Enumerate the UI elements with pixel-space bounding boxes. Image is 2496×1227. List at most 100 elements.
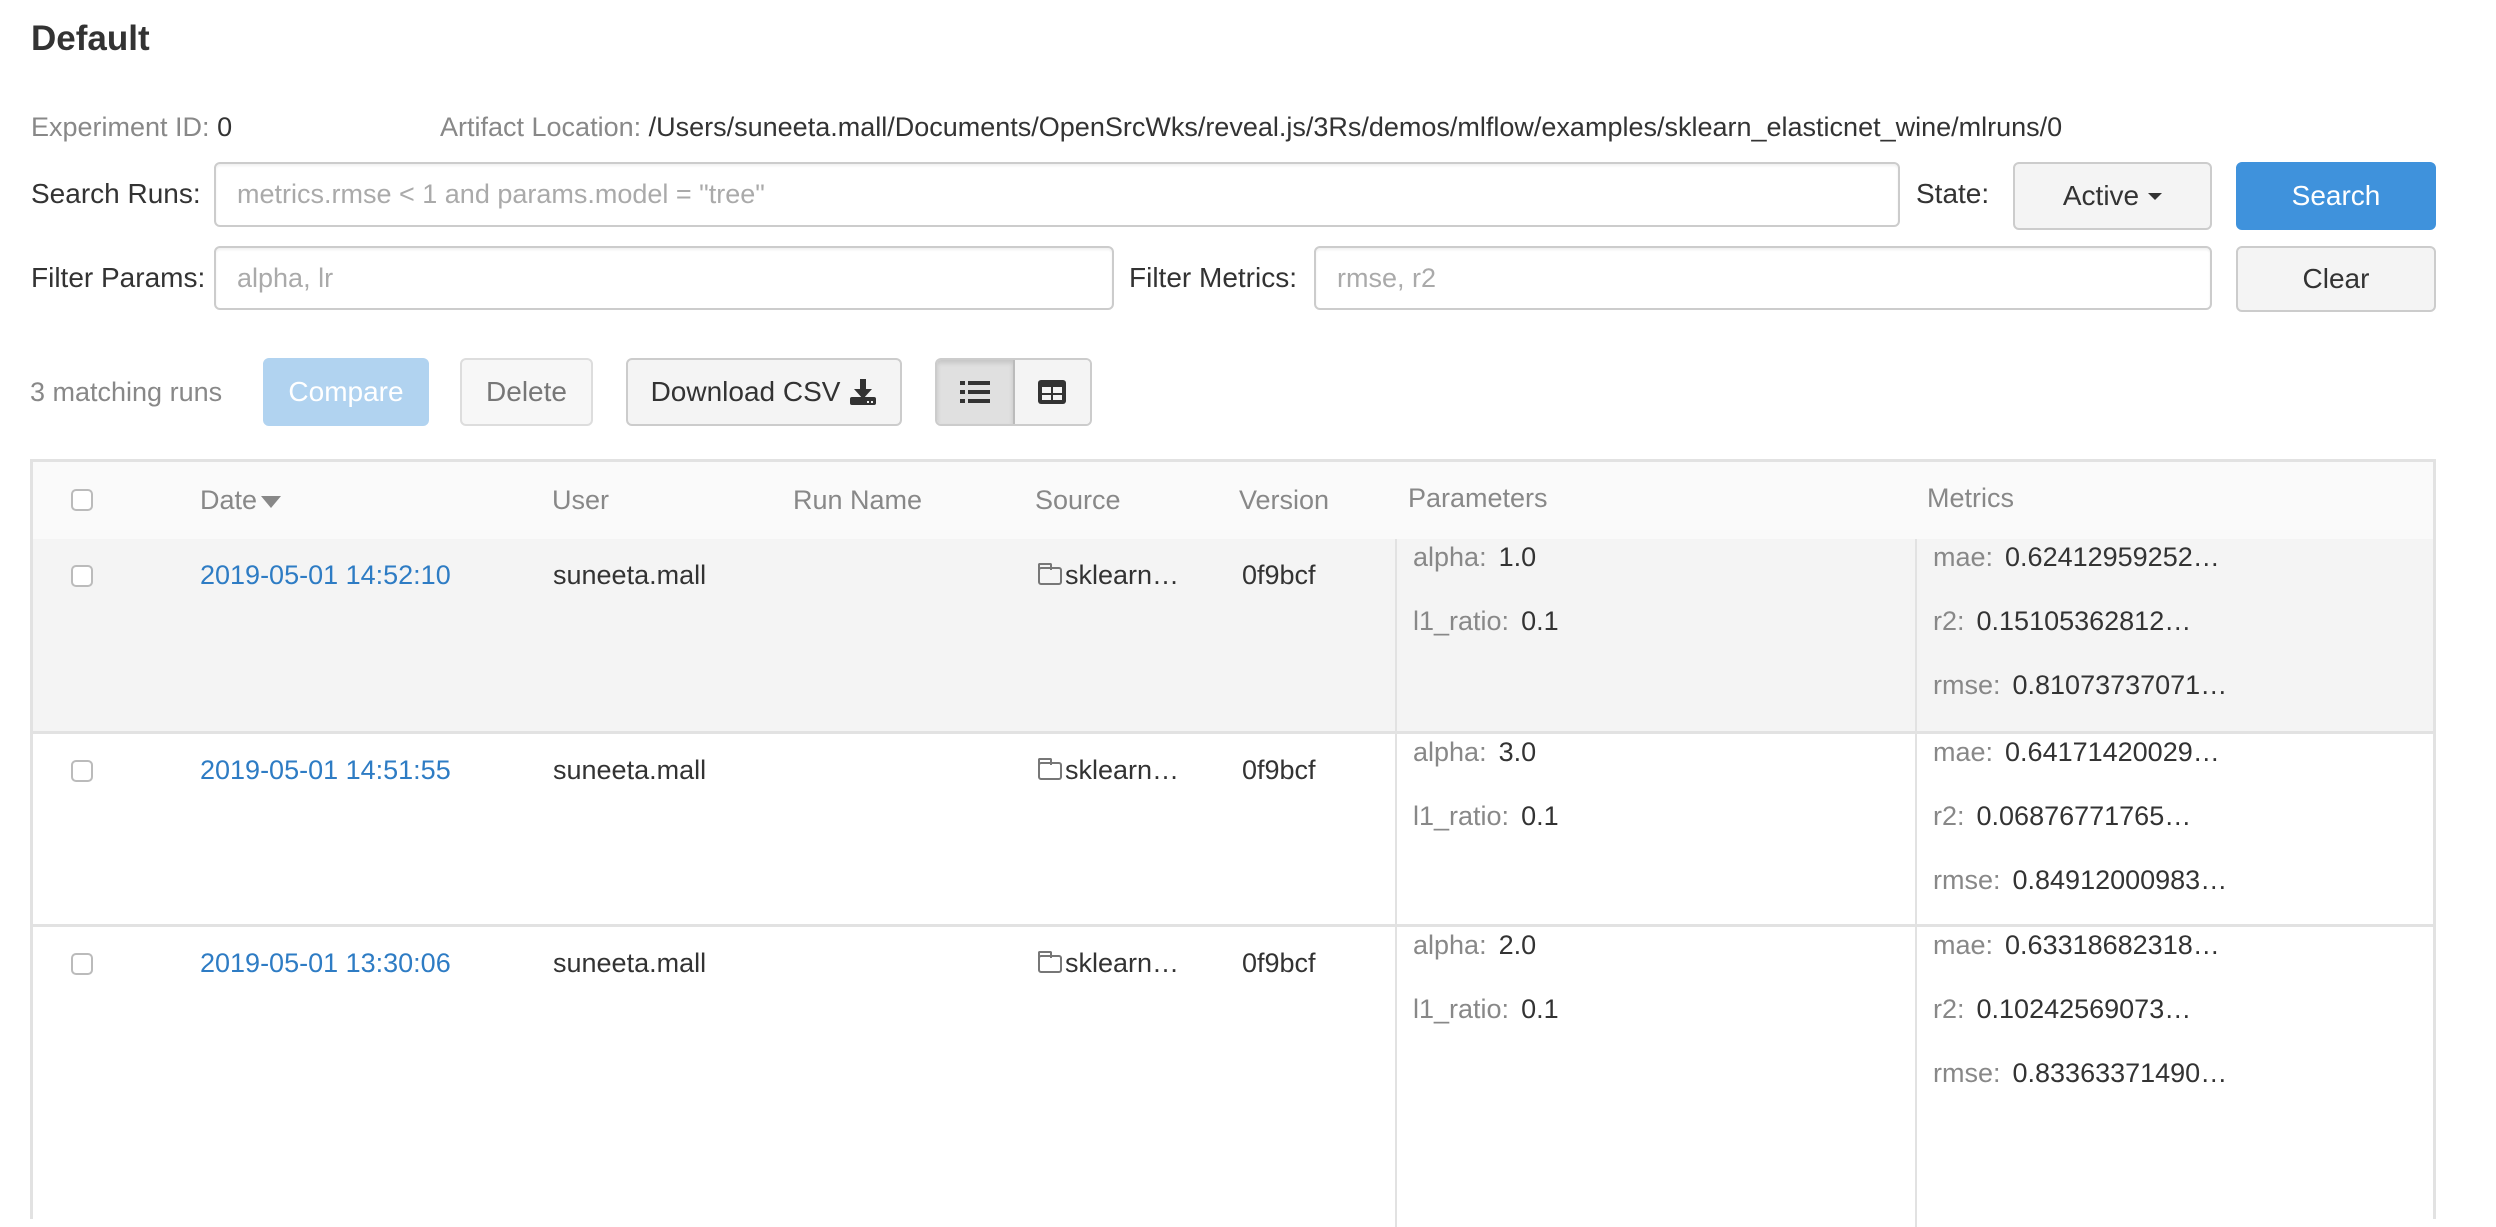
- param-value: 0.1: [1521, 994, 1559, 1024]
- metric-item: rmse: 0.81073737071…: [1933, 667, 2227, 703]
- metric-key: r2:: [1933, 606, 1965, 636]
- experiment-id-value: 0: [217, 112, 233, 142]
- param-item: l1_ratio: 0.1: [1413, 991, 1559, 1027]
- filter-metrics-input[interactable]: [1314, 246, 2212, 310]
- column-divider: [1915, 539, 1917, 731]
- list-icon: [959, 381, 990, 403]
- run-source-label: sklearn…: [1065, 948, 1180, 978]
- run-version: 0f9bcf: [1242, 948, 1316, 978]
- metric-item: mae: 0.63318682318…: [1933, 927, 2220, 963]
- column-divider: [1395, 539, 1397, 731]
- search-button[interactable]: Search: [2236, 162, 2436, 230]
- column-header-source[interactable]: Source: [1035, 462, 1121, 539]
- download-csv-button[interactable]: Download CSV: [626, 358, 902, 426]
- run-source[interactable]: sklearn…: [1038, 945, 1179, 981]
- param-value: 1.0: [1498, 542, 1537, 572]
- folder-icon: [1038, 951, 1062, 973]
- run-version: 0f9bcf: [1242, 755, 1316, 785]
- sort-desc-icon: [261, 495, 282, 508]
- table-header: Date User Run Name Source Version Parame…: [33, 462, 2433, 542]
- runs-table: Date User Run Name Source Version Parame…: [30, 459, 2436, 1227]
- folder-icon: [1038, 758, 1062, 780]
- metric-item: mae: 0.64171420029…: [1933, 734, 2220, 770]
- select-all-checkbox[interactable]: [71, 489, 93, 511]
- experiment-id: Experiment ID: 0: [31, 109, 232, 145]
- experiment-title: Default: [31, 19, 150, 58]
- param-item: l1_ratio: 0.1: [1413, 798, 1559, 834]
- search-runs-input[interactable]: [214, 162, 1900, 227]
- run-date-link[interactable]: 2019-05-01 14:52:10: [200, 557, 451, 593]
- matching-runs-count: 3 matching runs: [30, 377, 223, 407]
- param-key: l1_ratio:: [1413, 994, 1510, 1024]
- param-value: 0.1: [1521, 801, 1559, 831]
- run-source-label: sklearn…: [1065, 560, 1180, 590]
- metric-key: mae:: [1933, 737, 1994, 767]
- param-key: alpha:: [1413, 737, 1487, 767]
- table-row: 2019-05-01 13:30:06 suneeta.mall sklearn…: [33, 927, 2433, 1227]
- filter-params-input[interactable]: [214, 246, 1114, 310]
- metric-key: mae:: [1933, 930, 1994, 960]
- column-header-date-label: Date: [200, 485, 258, 515]
- column-divider: [1915, 927, 1917, 1227]
- grid-view-button[interactable]: [1014, 360, 1090, 424]
- run-source[interactable]: sklearn…: [1038, 752, 1179, 788]
- param-item: l1_ratio: 0.1: [1413, 603, 1559, 639]
- metric-value: 0.10242569073…: [1976, 994, 2192, 1024]
- clear-button[interactable]: Clear: [2236, 246, 2436, 312]
- column-header-user[interactable]: User: [552, 462, 609, 539]
- state-label: State:: [1916, 178, 1990, 209]
- metric-item: r2: 0.10242569073…: [1933, 991, 2191, 1027]
- column-header-run-name[interactable]: Run Name: [793, 462, 922, 539]
- run-source-label: sklearn…: [1065, 755, 1180, 785]
- grid-icon: [1038, 380, 1067, 404]
- metric-value: 0.15105362812…: [1976, 606, 2192, 636]
- row-checkbox[interactable]: [71, 760, 93, 782]
- metric-key: r2:: [1933, 801, 1965, 831]
- caret-down-icon: [2148, 192, 2163, 200]
- column-divider: [1395, 927, 1397, 1227]
- metric-item: r2: 0.06876771765…: [1933, 798, 2191, 834]
- param-value: 2.0: [1498, 930, 1537, 960]
- param-key: l1_ratio:: [1413, 606, 1510, 636]
- run-date-link[interactable]: 2019-05-01 13:30:06: [200, 945, 451, 981]
- run-user: suneeta.mall: [553, 560, 707, 590]
- metric-value: 0.81073737071…: [2012, 670, 2228, 700]
- folder-icon: [1038, 563, 1062, 585]
- run-date-link[interactable]: 2019-05-01 14:51:55: [200, 752, 451, 788]
- metric-value: 0.83363371490…: [2012, 1058, 2228, 1088]
- delete-button[interactable]: Delete: [460, 358, 593, 426]
- metric-key: rmse:: [1933, 865, 2001, 895]
- column-divider: [1915, 734, 1917, 924]
- artifact-location-value: /Users/suneeta.mall/Documents/OpenSrcWks…: [648, 112, 2063, 142]
- param-value: 3.0: [1498, 737, 1537, 767]
- param-item: alpha: 1.0: [1413, 539, 1536, 575]
- download-icon: [850, 379, 877, 405]
- column-header-date[interactable]: Date: [200, 462, 282, 539]
- row-checkbox[interactable]: [71, 565, 93, 587]
- run-source[interactable]: sklearn…: [1038, 557, 1179, 593]
- run-user: suneeta.mall: [553, 755, 707, 785]
- metric-key: r2:: [1933, 994, 1965, 1024]
- experiment-id-label: Experiment ID:: [31, 112, 210, 142]
- metric-value: 0.64171420029…: [2005, 737, 2220, 767]
- metric-item: mae: 0.62412959252…: [1933, 539, 2220, 575]
- param-item: alpha: 2.0: [1413, 927, 1536, 963]
- state-dropdown[interactable]: Active: [2013, 162, 2212, 230]
- search-runs-label: Search Runs:: [31, 178, 201, 209]
- list-view-button[interactable]: [937, 360, 1015, 424]
- artifact-location: Artifact Location: /Users/suneeta.mall/D…: [440, 109, 2062, 145]
- param-key: alpha:: [1413, 930, 1487, 960]
- metric-value: 0.06876771765…: [1976, 801, 2192, 831]
- run-user: suneeta.mall: [553, 948, 707, 978]
- param-key: l1_ratio:: [1413, 801, 1510, 831]
- compare-button[interactable]: Compare: [263, 358, 429, 426]
- table-row: 2019-05-01 14:52:10 suneeta.mall sklearn…: [33, 539, 2433, 734]
- metric-item: rmse: 0.83363371490…: [1933, 1055, 2227, 1091]
- run-version: 0f9bcf: [1242, 560, 1316, 590]
- column-header-metrics: Metrics: [1927, 483, 2014, 513]
- row-checkbox[interactable]: [71, 953, 93, 975]
- metric-key: mae:: [1933, 542, 1994, 572]
- metric-key: rmse:: [1933, 1058, 2001, 1088]
- column-header-version[interactable]: Version: [1239, 462, 1329, 539]
- artifact-location-label: Artifact Location:: [440, 112, 642, 142]
